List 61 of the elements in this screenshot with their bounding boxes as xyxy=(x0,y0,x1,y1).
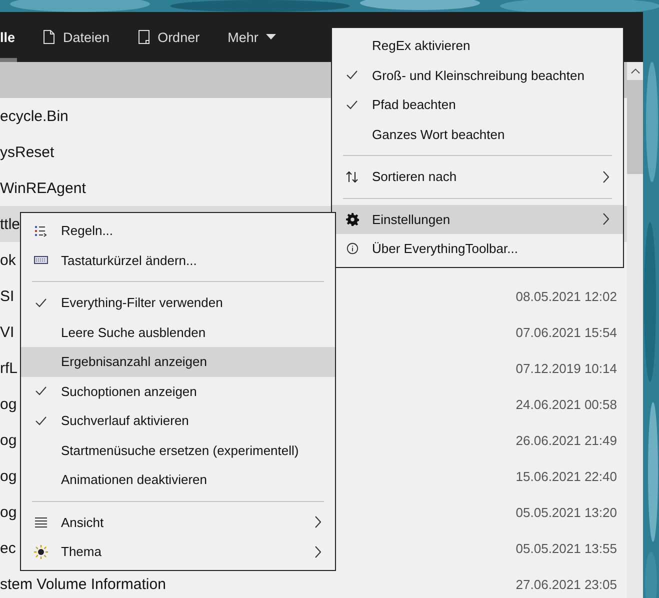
menu-item-label: Groß- und Kleinschreibung beachten xyxy=(372,68,586,83)
menu-item-label: Everything-Filter verwenden xyxy=(61,295,224,310)
menu-item[interactable]: Animationen deaktivieren xyxy=(21,465,335,494)
scrollbar[interactable] xyxy=(627,62,643,598)
tab[interactable]: Mehr xyxy=(214,12,290,62)
info-icon xyxy=(346,242,358,256)
menu-item-label: Leere Suche ausblenden xyxy=(61,324,207,340)
menu-item-label: RegEx aktivieren xyxy=(372,38,472,54)
modified-date: 24.06.2021 00:58 xyxy=(516,396,617,412)
menu-item-label: Thema xyxy=(61,544,102,560)
list-arrow-icon xyxy=(34,224,48,237)
menu-item-label: Ganzes Wort beachten xyxy=(372,126,506,142)
file-name: stem Volume Information xyxy=(0,576,166,592)
menu-item[interactable]: Suchoptionen anzeigen xyxy=(21,376,335,406)
tab[interactable]: Ordner xyxy=(124,12,214,62)
menu-item[interactable]: Regeln... xyxy=(21,216,335,246)
chevron-right-icon xyxy=(603,170,609,183)
menu-item-label: Sortieren nach xyxy=(372,169,458,184)
chevron-right-icon xyxy=(315,516,321,528)
menu-item-label: Animationen deaktivieren xyxy=(61,472,208,488)
menu-item-label: Über EverythingToolbar... xyxy=(372,241,519,256)
menu-item-label: Ansicht xyxy=(61,514,105,530)
menu-item[interactable]: RegEx aktivieren xyxy=(332,31,623,60)
scrollbar-thumb[interactable] xyxy=(627,80,643,174)
menu-item[interactable]: Sortieren nach xyxy=(332,162,623,192)
menu-item-label: Pfad beachten xyxy=(372,97,457,112)
menu-item[interactable]: Pfad beachten xyxy=(332,90,623,120)
scroll-up-icon xyxy=(630,68,640,74)
file-icon xyxy=(43,30,56,44)
menu-item-label: Einstellungen xyxy=(372,212,452,227)
document-icon xyxy=(138,30,150,44)
tab[interactable]: Dateien xyxy=(29,12,124,62)
chevron-right-icon xyxy=(315,546,321,558)
menu-item-label: Suchoptionen anzeigen xyxy=(61,384,198,399)
menu-item[interactable]: Startmenüsuche ersetzen (experimentell) xyxy=(21,436,335,465)
menu-item-label: Regeln... xyxy=(61,223,114,238)
modified-date: 27.06.2021 23:05 xyxy=(516,576,617,592)
menu-item[interactable]: Groß- und Kleinschreibung beachten xyxy=(332,60,623,90)
sun-icon xyxy=(34,544,48,559)
menu-item[interactable]: Thema xyxy=(21,537,335,566)
menu-item-label: Startmenüsuche ersetzen (experimentell) xyxy=(61,442,300,458)
file-name: og xyxy=(0,396,17,412)
file-name: ttle xyxy=(0,216,20,232)
menu-item[interactable]: Tastaturkürzel ändern... xyxy=(21,246,335,275)
menu-item[interactable]: Über EverythingToolbar... xyxy=(332,234,623,264)
menu-item[interactable]: Leere Suche ausblenden xyxy=(21,318,335,347)
menu-item[interactable]: Ansicht xyxy=(21,508,335,537)
menu-item-label: Ergebnisanzahl anzeigen xyxy=(61,354,208,370)
list-icon xyxy=(34,516,48,528)
settings-icon xyxy=(346,212,358,226)
menu-item[interactable]: Ganzes Wort beachten xyxy=(332,120,623,149)
menu-item-label: Tastaturkürzel ändern... xyxy=(61,252,198,268)
menu-item-label: Suchverlauf aktivieren xyxy=(61,413,190,428)
menu-item[interactable]: Einstellungen xyxy=(332,204,623,234)
keyboard-icon xyxy=(34,255,48,266)
menu-item[interactable]: Everything-Filter verwenden xyxy=(21,288,335,318)
caret-down-icon xyxy=(266,34,276,40)
sort-arrows-icon xyxy=(345,170,359,184)
chevron-right-icon xyxy=(603,213,609,226)
menu-item[interactable]: Ergebnisanzahl anzeigen xyxy=(21,347,335,376)
menu-item[interactable]: Suchverlauf aktivieren xyxy=(21,406,335,436)
